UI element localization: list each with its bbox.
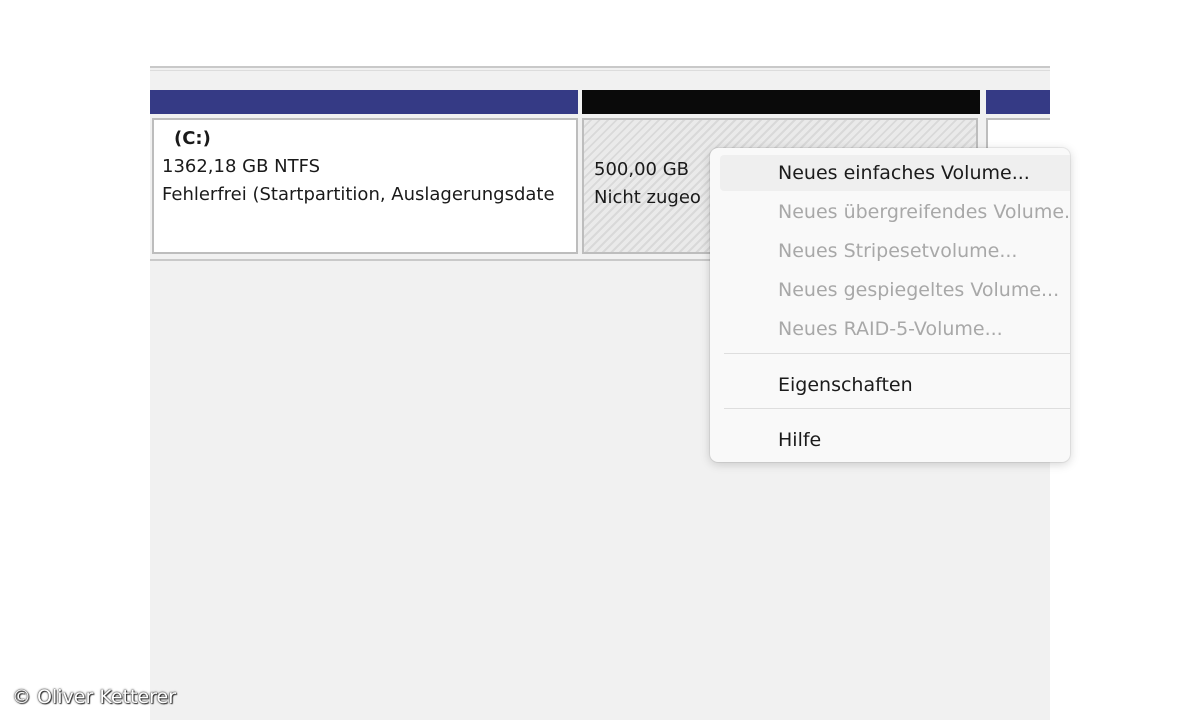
partition-unallocated-header-bar	[582, 90, 980, 114]
partition-c-size: 1362,18 GB NTFS	[162, 156, 321, 177]
menu-separator	[724, 353, 1070, 354]
menu-help[interactable]: Hilfe	[720, 422, 1070, 458]
context-menu: Neues einfaches Volume... Neues übergrei…	[710, 148, 1070, 462]
menu-new-mirrored-volume[interactable]: Neues gespiegeltes Volume...	[720, 272, 1070, 308]
menu-new-spanned-volume[interactable]: Neues übergreifendes Volume...	[720, 194, 1070, 230]
menu-new-simple-volume[interactable]: Neues einfaches Volume...	[720, 155, 1070, 191]
menu-separator	[724, 408, 1070, 409]
partition-c-title: (C:)	[174, 128, 211, 149]
partition-c[interactable]: (C:) 1362,18 GB NTFS Fehlerfrei (Startpa…	[152, 118, 578, 254]
disk-top-divider	[150, 66, 1050, 74]
partition-next-header-bar	[986, 90, 1050, 114]
menu-properties[interactable]: Eigenschaften	[720, 367, 1070, 403]
copyright-watermark: © Oliver Ketterer	[12, 686, 177, 708]
menu-new-striped-volume[interactable]: Neues Stripesetvolume...	[720, 233, 1070, 269]
partition-c-header-bar	[150, 90, 578, 114]
partition-c-status: Fehlerfrei (Startpartition, Auslagerungs…	[162, 184, 555, 205]
menu-new-raid5-volume[interactable]: Neues RAID-5-Volume...	[720, 311, 1070, 347]
